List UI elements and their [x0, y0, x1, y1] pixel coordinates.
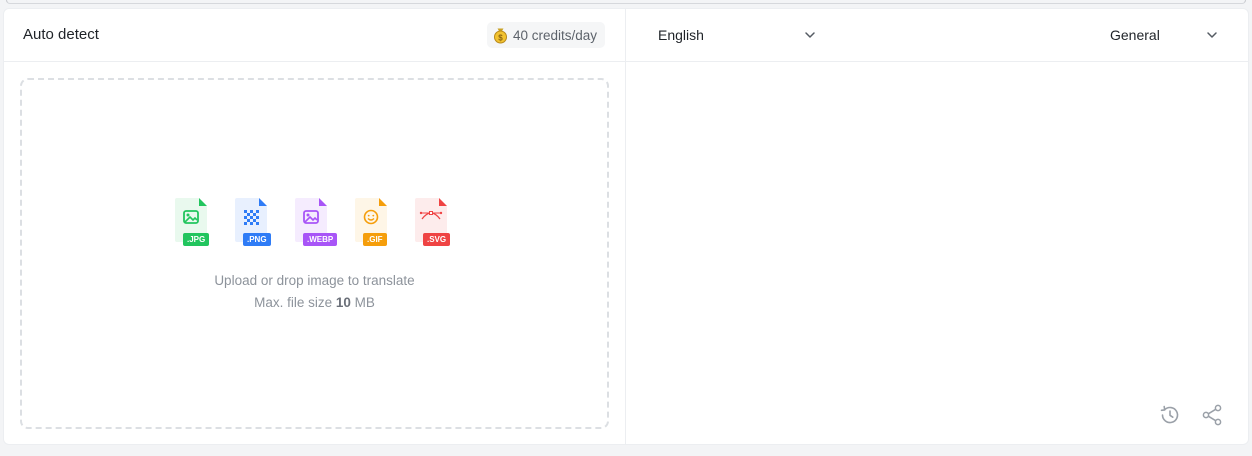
format-badge: .JPG	[183, 233, 210, 246]
coin-icon: $	[493, 28, 507, 43]
max-file-size-value: 10	[335, 295, 351, 310]
target-language-selector[interactable]: English	[658, 21, 816, 49]
svg-text:$: $	[498, 33, 503, 42]
format-gif-icon: .GIF	[355, 198, 387, 248]
domain-label: General	[1110, 27, 1160, 43]
top-edge	[0, 0, 1252, 8]
credits-badge: $ 40 credits/day	[486, 22, 605, 48]
max-file-size: Max. file size 10 MB	[254, 295, 375, 310]
upload-dropzone[interactable]: .JPG .PNG .WEBP .GIF .SVG Upload or drop ima…	[20, 78, 609, 429]
target-pane: English General	[626, 9, 1248, 444]
credits-text: 40 credits/day	[512, 27, 597, 43]
upload-instructions: Upload or drop image to translate Max. f…	[22, 270, 607, 314]
translator-card: Auto detect $ 40 credits/day .JPG .PNG .WE…	[3, 8, 1249, 445]
format-webp-icon: .WEBP	[295, 198, 338, 248]
format-badge: .SVG	[423, 233, 451, 246]
format-png-icon: .PNG	[235, 198, 271, 248]
format-icons: .JPG .PNG .WEBP .GIF .SVG	[175, 198, 451, 248]
share-icon[interactable]	[1200, 403, 1224, 427]
format-badge: .WEBP	[303, 233, 338, 246]
domain-selector[interactable]: General	[1110, 21, 1218, 49]
target-header: English General	[626, 9, 1248, 62]
format-badge: .PNG	[243, 233, 271, 246]
upload-prompt: Upload or drop image to translate	[214, 273, 415, 288]
output-actions	[1158, 403, 1224, 427]
history-icon[interactable]	[1158, 403, 1182, 427]
source-header: Auto detect $ 40 credits/day	[4, 9, 625, 62]
format-svg-icon: .SVG	[415, 198, 451, 248]
chevron-down-icon	[1207, 32, 1217, 38]
format-jpg-icon: .JPG	[175, 198, 210, 248]
chevron-down-icon	[805, 32, 815, 38]
source-pane: Auto detect $ 40 credits/day .JPG .PNG .WE…	[4, 9, 626, 444]
target-language-label: English	[658, 27, 704, 43]
source-language-selector[interactable]: Auto detect	[23, 26, 99, 43]
format-badge: .GIF	[363, 233, 387, 246]
